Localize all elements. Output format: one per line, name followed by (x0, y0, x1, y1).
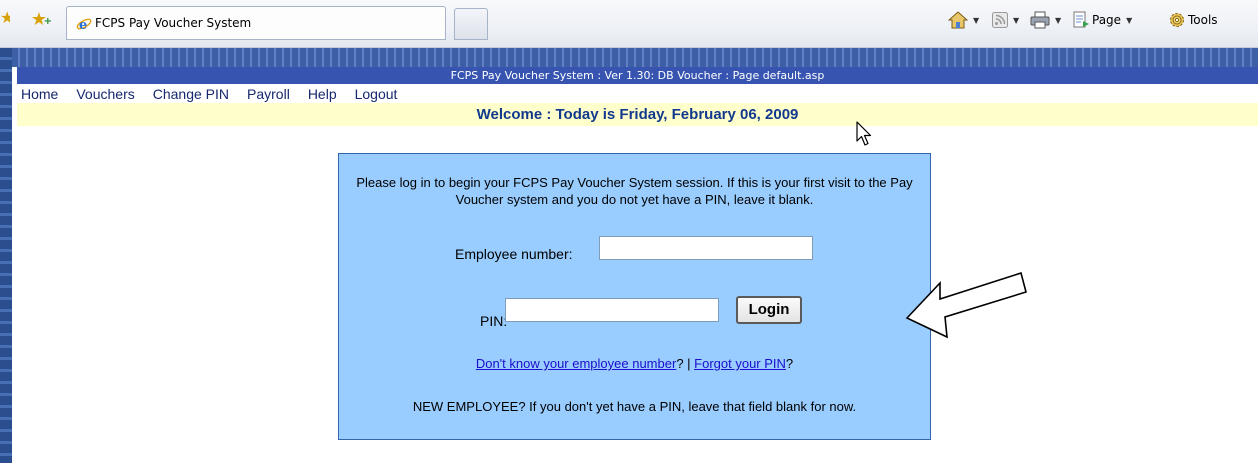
favorites-star-icon[interactable]: ★ (0, 8, 10, 30)
home-button[interactable]: ▼ (948, 9, 979, 31)
page-menu[interactable]: Page ▼ (1072, 9, 1132, 31)
annotation-arrow-icon (905, 271, 1027, 339)
employee-number-help-link[interactable]: Don't know your employee number (476, 356, 676, 371)
page-content: FCPS Pay Voucher System : Ver 1.30: DB V… (12, 48, 1258, 463)
gear-icon (1170, 13, 1184, 27)
browser-toolbar: ★ ★ + e FCPS Pay Voucher System ▼ ▼ ▼ Pa… (0, 0, 1258, 48)
home-icon (948, 11, 968, 29)
mouse-cursor-icon (856, 121, 872, 146)
print-button[interactable]: ▼ (1030, 9, 1061, 31)
new-tab-button[interactable] (454, 8, 488, 40)
chevron-down-icon[interactable]: ▼ (1013, 16, 1019, 25)
add-favorites-icon[interactable]: ★ + (28, 9, 52, 31)
nav-home[interactable]: Home (21, 86, 58, 102)
chevron-down-icon[interactable]: ▼ (1126, 16, 1132, 25)
employee-number-field[interactable] (599, 236, 813, 260)
app-title-bar: FCPS Pay Voucher System : Ver 1.30: DB V… (17, 67, 1258, 84)
help-links: Don't know your employee number? | Forgo… (339, 356, 930, 371)
ie-icon: e (76, 18, 92, 32)
nav-payroll[interactable]: Payroll (247, 86, 290, 102)
nav-logout[interactable]: Logout (355, 86, 398, 102)
employee-number-label: Employee number: (455, 246, 573, 262)
nav-help[interactable]: Help (308, 86, 337, 102)
header-band (12, 48, 1258, 67)
page-icon (1073, 11, 1089, 28)
page-left-border (0, 48, 12, 463)
tab-title: FCPS Pay Voucher System (95, 16, 252, 30)
forgot-pin-link[interactable]: Forgot your PIN (694, 356, 786, 371)
chevron-down-icon[interactable]: ▼ (973, 16, 979, 25)
browser-tab[interactable]: e FCPS Pay Voucher System (66, 6, 446, 40)
tools-menu-label: Tools (1188, 13, 1218, 27)
pin-label: PIN: (480, 313, 508, 329)
tools-menu[interactable]: Tools (1168, 9, 1218, 31)
chevron-down-icon[interactable]: ▼ (1055, 16, 1061, 25)
feed-icon (992, 12, 1008, 28)
login-instructions: Please log in to begin your FCPS Pay Vou… (356, 175, 913, 207)
pin-field[interactable] (505, 298, 719, 322)
feeds-button[interactable]: ▼ (992, 9, 1019, 31)
login-panel: Please log in to begin your FCPS Pay Vou… (338, 153, 931, 440)
main-nav: Home Vouchers Change PIN Payroll Help Lo… (17, 84, 1258, 103)
svg-text:e: e (79, 18, 87, 32)
nav-change-pin[interactable]: Change PIN (153, 86, 229, 102)
printer-icon (1030, 11, 1050, 29)
link-suffix: ? (785, 356, 794, 371)
new-employee-note: NEW EMPLOYEE? If you don't yet have a PI… (412, 399, 857, 414)
link-separator: ? | (676, 356, 691, 371)
welcome-banner: Welcome : Today is Friday, February 06, … (17, 103, 1258, 126)
nav-vouchers[interactable]: Vouchers (76, 86, 134, 102)
login-button[interactable]: Login (736, 296, 802, 324)
page-menu-label: Page (1092, 13, 1122, 27)
